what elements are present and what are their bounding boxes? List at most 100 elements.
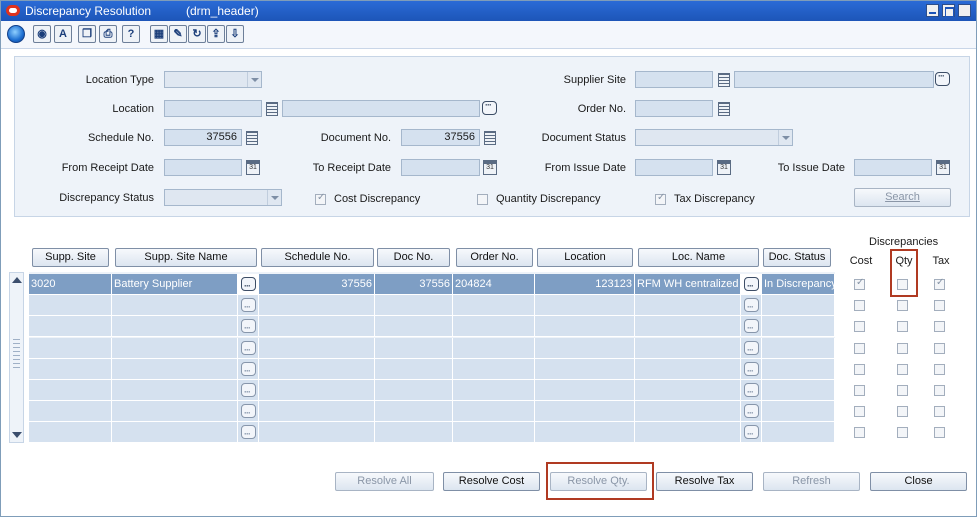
row-qty-checkbox[interactable] [897,321,908,332]
scroll-up-icon[interactable] [12,277,22,283]
table-cell-location[interactable] [535,338,635,359]
row-cost-checkbox[interactable] [854,406,865,417]
table-cell-loc-name[interactable] [635,422,741,443]
comment-icon[interactable] [241,361,256,379]
resolve-all-button[interactable]: Resolve All [335,472,434,491]
comment-icon[interactable] [241,340,256,358]
comment-icon[interactable] [744,318,759,336]
row-tax-checkbox[interactable] [934,364,945,375]
row-cost-checkbox[interactable] [854,277,865,290]
maximize-icon[interactable] [942,4,955,17]
row-tax-checkbox[interactable] [934,321,945,332]
comment-icon[interactable] [744,382,759,400]
row-qty-checkbox[interactable] [897,343,908,354]
table-cell-note[interactable] [741,338,762,359]
calendar-icon[interactable]: 31 [483,160,497,175]
table-cell-schedule-no[interactable]: 37556 [259,274,375,295]
location-lov-icon[interactable] [264,101,278,116]
table-cell-note[interactable] [741,422,762,443]
document-no-lov-icon[interactable] [482,130,496,145]
copy-icon[interactable]: ❐ [78,25,96,43]
comment-icon[interactable] [241,424,256,442]
table-cell-location[interactable] [535,380,635,401]
comment-icon[interactable] [744,403,759,421]
export-icon[interactable]: ⇪ [207,25,225,43]
table-cell-note[interactable] [741,274,762,295]
comment-icon[interactable] [744,361,759,379]
table-cell-note[interactable] [238,295,259,316]
row-cost-checkbox[interactable] [854,321,865,332]
table-cell-schedule-no[interactable] [259,380,375,401]
table-cell-location[interactable] [535,401,635,422]
scroll-grip[interactable] [13,339,20,371]
quantity-discrepancy-checkbox[interactable] [477,194,488,205]
schedule-no-input[interactable]: 37556 [164,129,242,146]
table-cell-supp-site-name[interactable] [112,359,238,380]
calendar-icon[interactable]: 31 [717,160,731,175]
to-receipt-date-input[interactable] [401,159,480,176]
table-cell-note[interactable] [741,380,762,401]
table-cell-order-no[interactable] [453,401,535,422]
table-cell-doc-no[interactable] [375,338,453,359]
table-cell-doc-no[interactable]: 37556 [375,274,453,295]
row-tax-checkbox[interactable] [934,406,945,417]
table-cell-note[interactable] [741,316,762,337]
cost-discrepancy-checkbox[interactable] [315,192,326,205]
table-cell-note[interactable] [238,274,259,295]
table-cell-supp-site-name[interactable] [112,422,238,443]
tax-discrepancy-checkbox[interactable] [655,192,666,205]
close-button[interactable]: Close [870,472,967,491]
table-cell-loc-name[interactable]: RFM WH centralized [635,274,741,295]
table-cell-doc-status[interactable] [762,295,835,316]
table-cell-doc-no[interactable] [375,401,453,422]
table-cell-schedule-no[interactable] [259,422,375,443]
row-tax-checkbox[interactable] [934,343,945,354]
row-qty-checkbox[interactable] [897,427,908,438]
table-cell-note[interactable] [238,401,259,422]
comment-icon[interactable] [744,297,759,315]
order-no-input[interactable] [635,100,713,117]
row-qty-checkbox[interactable] [897,406,908,417]
to-issue-date-input[interactable] [854,159,932,176]
close-window-icon[interactable] [958,4,971,17]
table-cell-loc-name[interactable] [635,401,741,422]
table-cell-supp-site-name[interactable] [112,338,238,359]
table-cell-doc-status[interactable] [762,422,835,443]
table-cell-doc-status[interactable] [762,338,835,359]
table-cell-doc-status[interactable] [762,380,835,401]
globe-icon[interactable] [7,25,25,43]
supplier-site-note-icon[interactable] [935,71,950,86]
import-icon[interactable]: ⇩ [226,25,244,43]
row-tax-checkbox[interactable] [934,277,945,290]
table-cell-note[interactable] [238,338,259,359]
table-cell-supp-site[interactable] [29,295,112,316]
column-header-doc-no[interactable]: Doc No. [377,248,450,267]
comment-icon[interactable] [744,276,759,294]
row-cost-checkbox[interactable] [854,300,865,311]
table-cell-schedule-no[interactable] [259,316,375,337]
table-cell-supp-site-name[interactable]: Battery Supplier [112,274,238,295]
table-cell-supp-site-name[interactable] [112,401,238,422]
row-tax-checkbox[interactable] [934,385,945,396]
table-cell-loc-name[interactable] [635,295,741,316]
comment-icon[interactable] [744,424,759,442]
comment-icon[interactable] [241,276,256,294]
table-cell-supp-site-name[interactable] [112,295,238,316]
table-cell-supp-site-name[interactable] [112,316,238,337]
order-no-lov-icon[interactable] [716,101,730,116]
table-cell-doc-no[interactable] [375,359,453,380]
supplier-site-name-input[interactable] [734,71,934,88]
table-cell-note[interactable] [741,401,762,422]
help-index-icon[interactable]: ◉ [33,25,51,43]
table-cell-doc-status[interactable] [762,401,835,422]
table-cell-note[interactable] [238,380,259,401]
table-cell-schedule-no[interactable] [259,295,375,316]
table-cell-supp-site[interactable] [29,401,112,422]
table-cell-doc-status[interactable] [762,316,835,337]
resolve-cost-button[interactable]: Resolve Cost [443,472,540,491]
row-qty-checkbox[interactable] [897,364,908,375]
table-cell-location[interactable] [535,295,635,316]
table-cell-doc-status[interactable] [762,359,835,380]
table-cell-order-no[interactable] [453,422,535,443]
table-icon[interactable]: ▦ [150,25,168,43]
